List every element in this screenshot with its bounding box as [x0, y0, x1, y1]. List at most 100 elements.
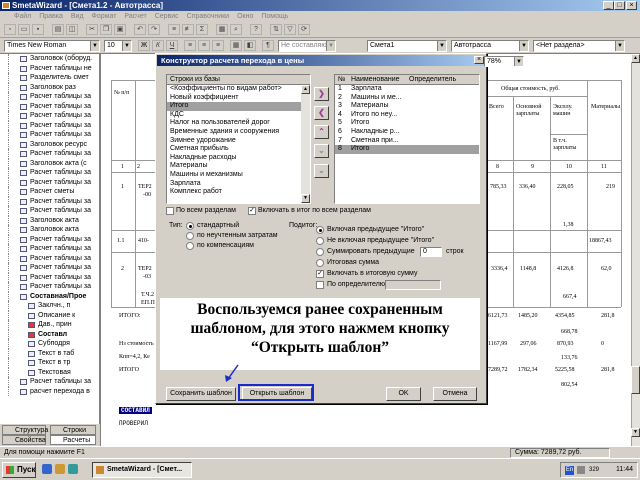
tree-item[interactable]: Расчет таблицы за: [0, 101, 99, 111]
calc-row-item[interactable]: 1 Зарплата: [335, 85, 479, 94]
underline-icon[interactable]: Ч: [166, 40, 178, 51]
style-combo[interactable]: Не составляющ. ▼: [278, 40, 336, 52]
zoom-combo[interactable]: 78% ▼: [484, 56, 524, 67]
font-combo[interactable]: Times New Roman ▼: [4, 40, 100, 52]
db-row-item[interactable]: Новый коэффициент: [167, 94, 310, 103]
tree-item[interactable]: Заголовок акта (с: [0, 158, 99, 168]
app-icon[interactable]: [2, 2, 10, 9]
cut-icon[interactable]: ✂: [86, 24, 98, 35]
quicklaunch-folder-icon[interactable]: [55, 464, 65, 474]
subtotal-including-radio[interactable]: [316, 226, 324, 234]
cancel-button[interactable]: Отмена: [433, 387, 477, 401]
rows-count-input[interactable]: 0: [420, 247, 442, 257]
db-row-item[interactable]: Зарплата: [167, 180, 310, 189]
quicklaunch-ie-icon[interactable]: [42, 464, 52, 474]
db-row-item[interactable]: Машины и механизмы: [167, 171, 310, 180]
db-row-item[interactable]: Итого: [167, 102, 310, 111]
menu-edit[interactable]: Правка: [39, 13, 63, 20]
estimate-combo[interactable]: Смета1 ▼: [367, 40, 447, 52]
move-up-icon[interactable]: ⌃: [314, 125, 329, 139]
menu-format[interactable]: Формат: [92, 13, 117, 20]
find-icon[interactable]: ⌕: [230, 24, 242, 35]
tree-item[interactable]: Расчет таблицы за: [0, 130, 99, 140]
menu-view[interactable]: Вид: [71, 13, 84, 20]
help-icon[interactable]: ?: [250, 24, 262, 35]
align-center-icon[interactable]: ≡: [198, 40, 210, 51]
tree-item[interactable]: Составная/Прое: [0, 291, 99, 301]
tree-item[interactable]: Расчет таблицы за: [0, 206, 99, 216]
tree-item[interactable]: Описание к: [0, 310, 99, 320]
tree-item[interactable]: Расчет таблицы не: [0, 63, 99, 73]
sort-icon[interactable]: ⇅: [270, 24, 282, 35]
print-icon[interactable]: ▤: [52, 24, 64, 35]
menu-references[interactable]: Справочники: [187, 13, 229, 20]
subtotal-final-radio[interactable]: [316, 259, 324, 267]
tree-item[interactable]: Субподря: [0, 339, 99, 349]
db-rows-list[interactable]: Строки из базы <Коэффициенты по видам ра…: [166, 74, 311, 204]
db-row-item[interactable]: Комплекс работ: [167, 188, 310, 197]
move-right-icon[interactable]: ❯: [314, 87, 329, 101]
db-row-item[interactable]: <Коэффициенты по видам работ>: [167, 85, 310, 94]
tab-structure[interactable]: Структура: [2, 425, 48, 435]
tree-item[interactable]: Текстовая: [0, 367, 99, 377]
scroll-down-icon[interactable]: ▼: [301, 194, 310, 203]
tree-item[interactable]: Заклчн., п: [0, 301, 99, 311]
type-unaccounted-radio[interactable]: [186, 232, 194, 240]
calc-row-item[interactable]: 6 Накладные р...: [335, 128, 479, 137]
determinant-input[interactable]: [385, 280, 441, 290]
tab-calculations[interactable]: Расчеты: [50, 435, 96, 445]
open-icon[interactable]: ▭: [18, 24, 30, 35]
by-determinant-checkbox[interactable]: [316, 281, 324, 289]
menu-service[interactable]: Сервис: [155, 13, 179, 20]
scroll-down-icon[interactable]: ▼: [631, 428, 640, 437]
menu-window[interactable]: Окно: [237, 13, 253, 20]
preview-icon[interactable]: ◫: [66, 24, 78, 35]
copy-icon[interactable]: ❐: [100, 24, 112, 35]
tree-item[interactable]: Расчет таблицы за: [0, 282, 99, 292]
start-button[interactable]: Пуск: [2, 462, 36, 478]
tree-item[interactable]: Заголовок акта: [0, 225, 99, 235]
db-row-item[interactable]: Зимнее удорожание: [167, 137, 310, 146]
tree-item[interactable]: Расчет таблицы за: [0, 263, 99, 273]
subtotal-excluding-radio[interactable]: [316, 237, 324, 245]
tree-item[interactable]: Расчет сметы: [0, 187, 99, 197]
tree-item[interactable]: расчет перехода в: [0, 386, 99, 396]
tree-item[interactable]: Расчет таблицы за: [0, 272, 99, 282]
calc-row-item[interactable]: 4 Итого по неу...: [335, 111, 479, 120]
tree-item[interactable]: Расчет таблицы за: [0, 92, 99, 102]
calc-row-item[interactable]: 7 Сметная при...: [335, 137, 479, 146]
db-row-item[interactable]: Накладные расходы: [167, 154, 310, 163]
scroll-up-icon[interactable]: ▲: [301, 85, 310, 94]
calc-row-item[interactable]: 8 Итого: [335, 145, 479, 154]
menu-help[interactable]: Помощь: [261, 13, 288, 20]
font-size-combo[interactable]: 10 ▼: [104, 40, 132, 52]
tree-item[interactable]: Дав., прин: [0, 320, 99, 330]
bold-icon[interactable]: Ж: [138, 40, 150, 51]
vertical-scrollbar[interactable]: ▲ ▼: [631, 54, 640, 446]
calc-row-item[interactable]: 2 Машины и ме...: [335, 94, 479, 103]
style-icon[interactable]: ¶: [262, 40, 274, 51]
table-icon[interactable]: ▦: [216, 24, 228, 35]
minimize-icon[interactable]: _: [603, 1, 614, 10]
tree-item[interactable]: Расчет таблицы за: [0, 244, 99, 254]
undo-icon[interactable]: ↶: [134, 24, 146, 35]
tree-item[interactable]: Расчет таблицы за: [0, 377, 99, 387]
tree-item[interactable]: Заголовок ресурс: [0, 139, 99, 149]
object-combo[interactable]: Автотрасса ▼: [451, 40, 529, 52]
move-bottom-icon[interactable]: ⌄: [314, 164, 329, 178]
tree-item[interactable]: Составл: [0, 329, 99, 339]
tree-item[interactable]: Расчет таблицы за: [0, 177, 99, 187]
tree-item[interactable]: Расчет таблицы за: [0, 120, 99, 130]
db-row-item[interactable]: Временные здания и сооружения: [167, 128, 310, 137]
delete-row-icon[interactable]: ≢: [182, 24, 194, 35]
tab-rows[interactable]: Строки: [50, 425, 96, 435]
subtotal-sum-prev-radio[interactable]: [316, 248, 324, 256]
db-rows-scrollbar[interactable]: ▲ ▼: [301, 85, 310, 203]
include-total-checkbox[interactable]: ✓: [248, 207, 256, 215]
section-combo[interactable]: <Нет раздела> ▼: [533, 40, 625, 52]
db-row-item[interactable]: Материалы: [167, 162, 310, 171]
move-left-icon[interactable]: ❮: [314, 106, 329, 120]
tree-item[interactable]: Текст в таб: [0, 348, 99, 358]
move-down-icon[interactable]: ⌄: [314, 144, 329, 158]
save-icon[interactable]: ▪: [32, 24, 44, 35]
